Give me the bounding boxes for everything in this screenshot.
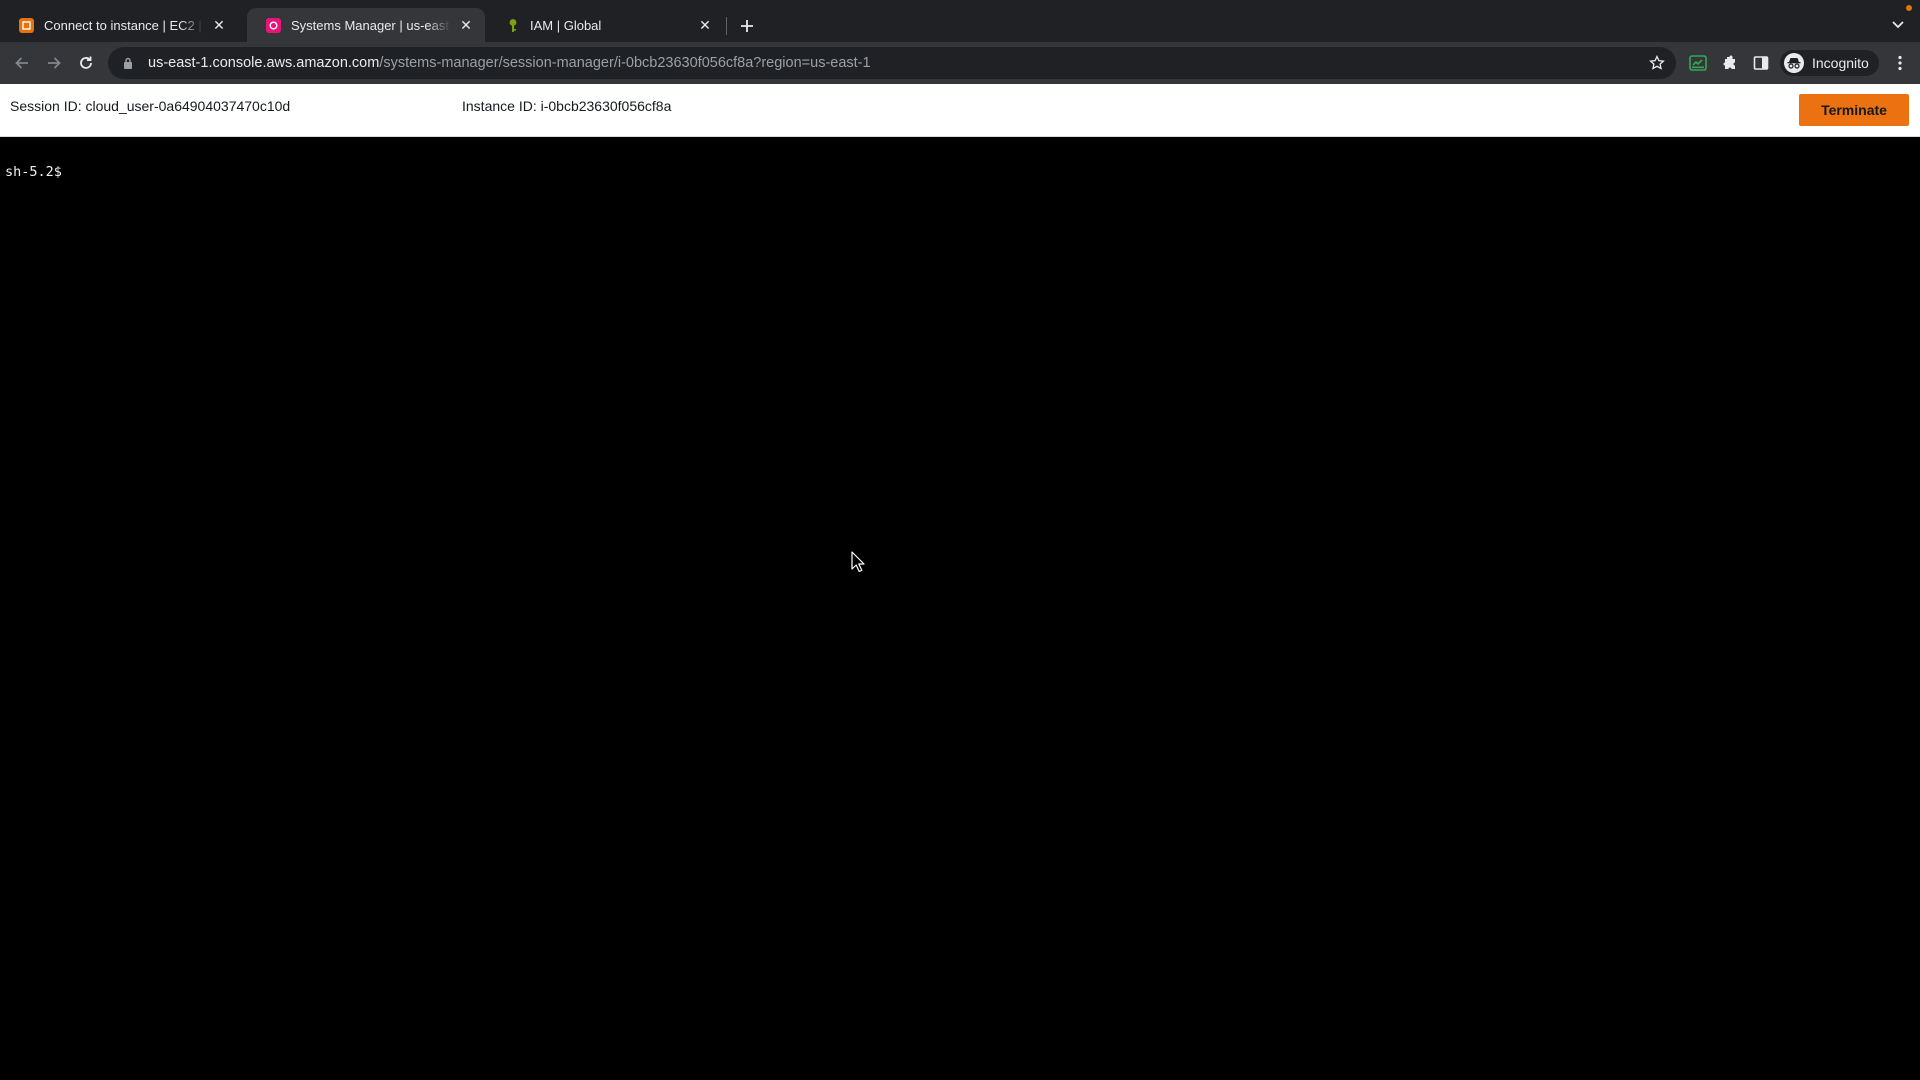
extension-app-icon <box>1689 55 1707 71</box>
tab-search-button[interactable] <box>1884 12 1912 38</box>
terminate-button[interactable]: Terminate <box>1799 94 1909 126</box>
back-button[interactable] <box>8 49 36 77</box>
tab-title: IAM | Global <box>530 17 602 33</box>
close-icon[interactable]: ✕ <box>457 16 475 34</box>
plus-icon <box>741 20 753 32</box>
new-tab-button[interactable] <box>733 12 761 40</box>
extension-button[interactable] <box>1686 51 1710 75</box>
reload-button[interactable] <box>72 49 100 77</box>
terminal-area[interactable]: sh-5.2$ <box>0 137 1920 1080</box>
terminal-prompt: sh-5.2$ <box>5 164 62 180</box>
incognito-profile-button[interactable]: Incognito <box>1780 50 1879 76</box>
tab-systems-manager[interactable]: Systems Manager | us-east-1 ✕ <box>247 8 485 42</box>
session-header: Session ID: cloud_user-0a64904037470c10d… <box>0 84 1920 137</box>
tab-iam[interactable]: IAM | Global ✕ <box>486 8 724 42</box>
lock-icon <box>120 55 136 71</box>
iam-key-icon <box>505 18 520 33</box>
browser-toolbar: us-east-1.console.aws.amazon.com/systems… <box>0 42 1920 84</box>
side-panel-icon <box>1753 56 1769 70</box>
ec2-icon <box>19 17 34 33</box>
url-host: us-east-1.console.aws.amazon.com <box>148 55 380 71</box>
close-icon[interactable]: ✕ <box>696 16 714 34</box>
puzzle-icon <box>1723 55 1735 69</box>
extensions-menu-button[interactable] <box>1717 51 1741 75</box>
close-icon[interactable]: ✕ <box>210 16 228 34</box>
reload-icon <box>80 56 92 69</box>
side-panel-button[interactable] <box>1749 51 1773 75</box>
tab-separator <box>726 17 727 35</box>
profile-label: Incognito <box>1812 55 1869 71</box>
url-path: /systems-manager/session-manager/i-0bcb2… <box>379 55 871 71</box>
forward-button[interactable] <box>40 49 68 77</box>
session-id: Session ID: cloud_user-0a64904037470c10d <box>10 98 291 114</box>
tab-title: Connect to instance | EC2 | us-east-1 <box>44 17 204 33</box>
chevron-down-icon <box>1892 21 1904 29</box>
address-bar[interactable]: us-east-1.console.aws.amazon.com/systems… <box>108 47 1676 79</box>
arrow-right-icon <box>48 57 61 69</box>
browser-tab-strip: Connect to instance | EC2 | us-east-1 ✕ … <box>0 0 1920 42</box>
instance-id: Instance ID: i-0bcb23630f056cf8a <box>462 98 672 114</box>
browser-menu-button[interactable] <box>1888 51 1912 75</box>
tab-title: Systems Manager | us-east-1 <box>291 17 451 33</box>
more-vert-icon <box>1898 55 1902 71</box>
notification-dot <box>1906 5 1912 11</box>
systems-manager-icon <box>266 17 281 33</box>
tab-connect-to-instance[interactable]: Connect to instance | EC2 | us-east-1 ✕ <box>0 8 238 42</box>
incognito-icon <box>1784 53 1804 73</box>
arrow-left-icon <box>15 57 28 69</box>
bookmark-star-icon[interactable] <box>1646 52 1668 74</box>
